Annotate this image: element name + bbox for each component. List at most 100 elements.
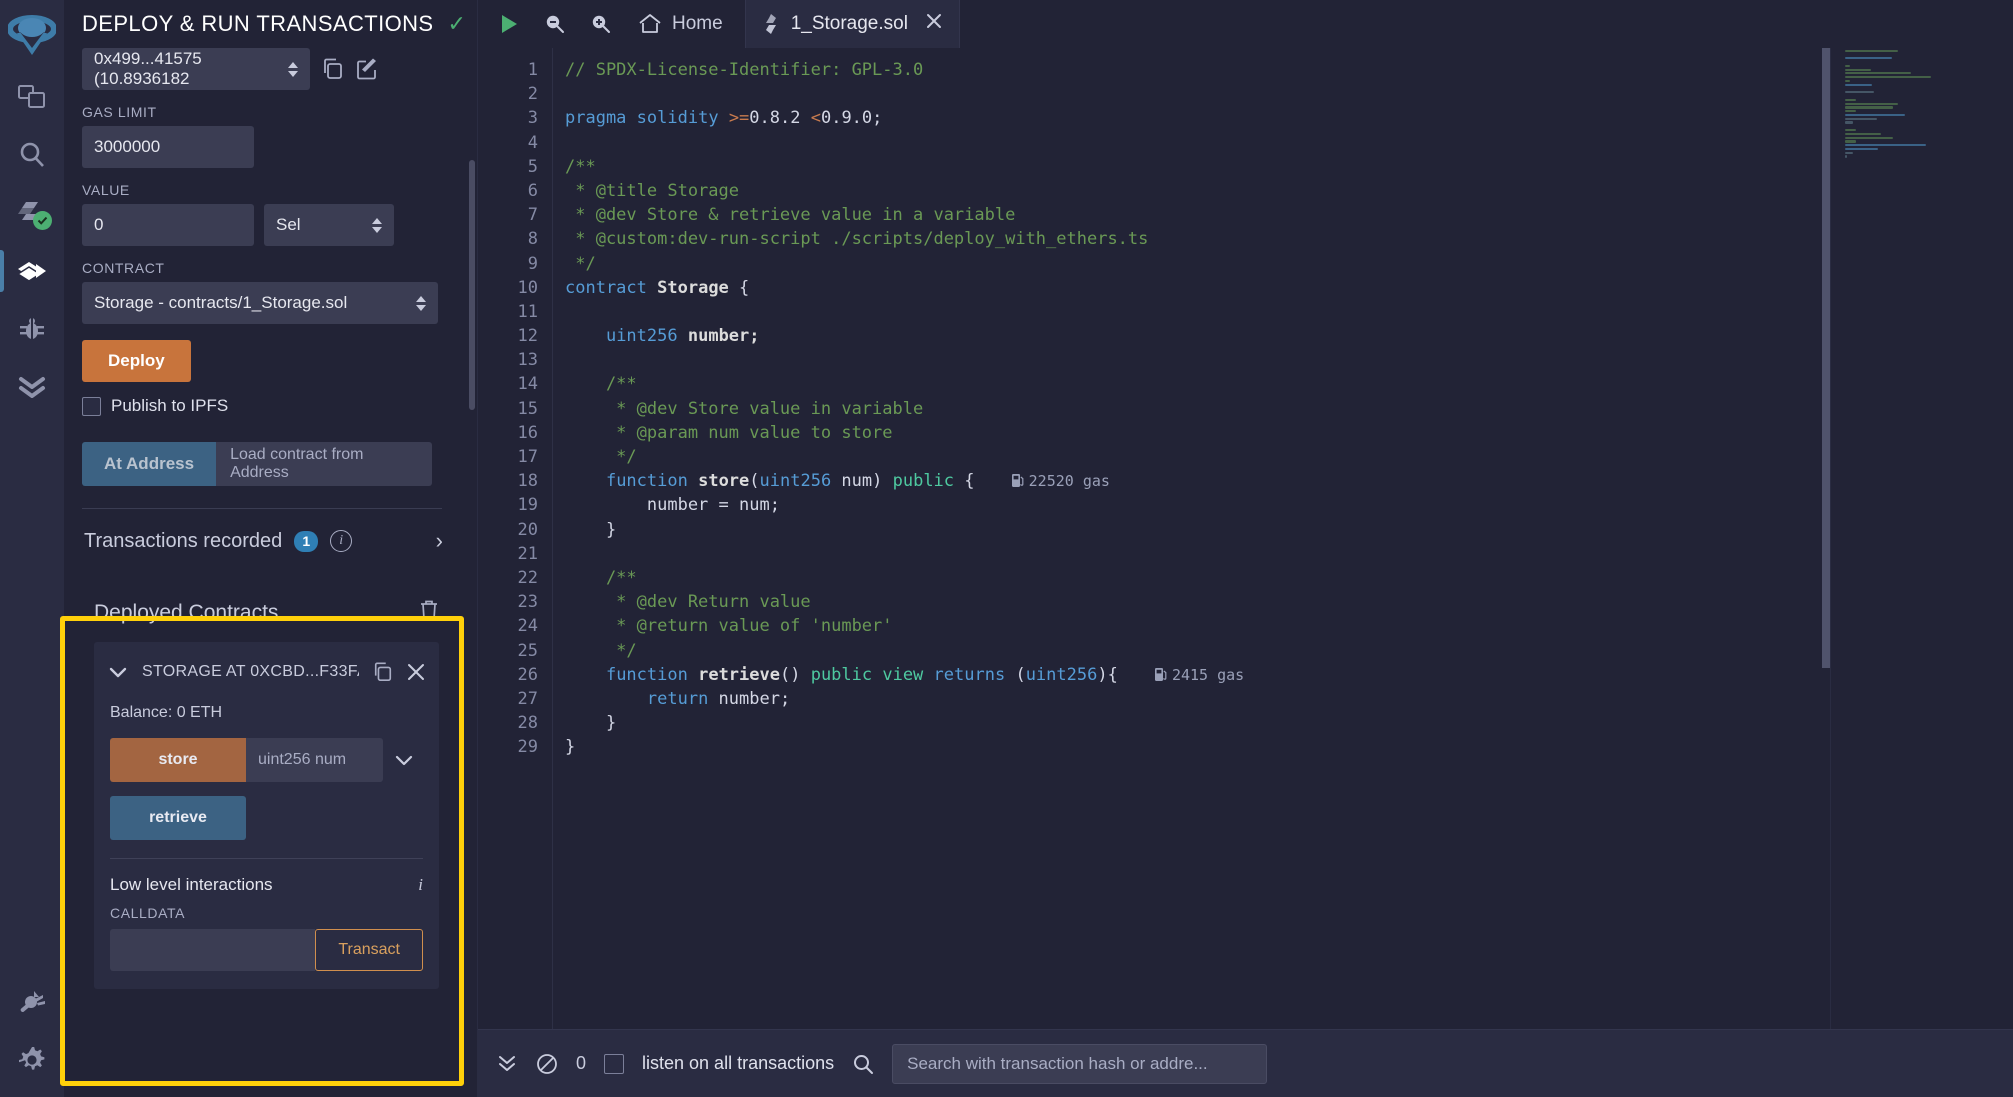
editor-vertical-scrollbar[interactable] (1822, 48, 1830, 668)
plugin-manager-icon[interactable] (0, 973, 64, 1031)
run-play-icon[interactable] (486, 0, 532, 48)
code-line[interactable]: * @return value of 'number' (553, 614, 2013, 638)
code-line[interactable]: number = num; (553, 493, 2013, 517)
tab-home-label: Home (672, 13, 723, 34)
code-line[interactable]: */ (553, 445, 2013, 469)
iconbar-bottom-group (0, 973, 64, 1089)
code-line[interactable]: // SPDX-License-Identifier: GPL-3.0 (553, 58, 2013, 82)
contract-select[interactable]: Storage - contracts/1_Storage.sol (82, 282, 438, 324)
chevrons-down-icon[interactable] (496, 1054, 518, 1074)
retrieve-function-button[interactable]: retrieve (110, 796, 246, 840)
code-line[interactable] (553, 348, 2013, 372)
trash-icon[interactable] (419, 599, 439, 626)
solidity-unit-testing-icon[interactable] (0, 358, 64, 416)
line-number: 3 (527, 108, 538, 129)
code-line[interactable]: } (553, 735, 2013, 759)
account-select[interactable]: 0x499...41575 (10.8936182 (82, 48, 310, 90)
code-line[interactable]: * @dev Store value in variable (553, 397, 2013, 421)
chevron-down-icon[interactable] (108, 665, 128, 679)
minimap-line (1845, 76, 1931, 79)
value-input[interactable]: 0 (82, 204, 254, 246)
info-icon[interactable]: i (330, 530, 353, 552)
code-line[interactable]: /** (553, 566, 2013, 590)
chevron-down-icon[interactable] (383, 738, 425, 782)
code-line[interactable]: contract Storage { (553, 276, 2013, 300)
code-line[interactable]: * @custom:dev-run-script ./scripts/deplo… (553, 227, 2013, 251)
panel-scrollbar[interactable] (469, 160, 475, 410)
sidebar-item-deploy-run[interactable] (0, 242, 64, 300)
deploy-button[interactable]: Deploy (82, 340, 191, 382)
code-line[interactable]: * @dev Store & retrieve value in a varia… (553, 203, 2013, 227)
publish-ipfs-checkbox[interactable] (82, 396, 101, 416)
code-line[interactable]: */ (553, 252, 2013, 276)
code-line[interactable]: } (553, 518, 2013, 542)
calldata-input[interactable] (110, 929, 316, 971)
chevron-right-icon[interactable]: › (436, 528, 443, 554)
load-contract-address-input[interactable]: Load contract from Address (216, 442, 433, 486)
close-icon[interactable] (407, 663, 425, 681)
edit-icon[interactable] (356, 58, 378, 80)
code-line[interactable]: return number; (553, 687, 2013, 711)
publish-ipfs-row[interactable]: Publish to IPFS (82, 396, 461, 416)
listen-all-transactions-label: listen on all transactions (642, 1053, 835, 1073)
zoom-out-icon[interactable] (532, 0, 578, 48)
search-icon[interactable] (0, 126, 64, 184)
code-line[interactable] (553, 82, 2013, 106)
code-line[interactable]: uint256 number; (553, 324, 2013, 348)
code-line[interactable] (553, 300, 2013, 324)
code-line[interactable]: } (553, 711, 2013, 735)
minimap-line (1845, 155, 1847, 158)
terminal-search-input[interactable]: Search with transaction hash or addre... (892, 1043, 1268, 1084)
zoom-in-icon[interactable] (578, 0, 624, 48)
code-minimap[interactable] (1830, 48, 2013, 1029)
copy-icon[interactable] (373, 662, 393, 682)
line-number: 26 (517, 664, 538, 685)
at-address-button[interactable]: At Address (82, 442, 217, 486)
contract-card-title: STORAGE AT 0XCBD...F33FA (E (142, 663, 359, 680)
search-icon[interactable] (852, 1053, 874, 1075)
listen-all-transactions-checkbox[interactable] (604, 1053, 625, 1074)
file-explorer-icon[interactable] (0, 68, 64, 126)
transact-button[interactable]: Transact (315, 929, 423, 971)
settings-gear-icon[interactable] (0, 1031, 64, 1089)
code-line[interactable]: function store(uint256 num) public { 225… (553, 469, 2013, 493)
no-entry-clear-icon[interactable] (536, 1053, 558, 1075)
code-line[interactable]: /** (553, 155, 2013, 179)
chevron-updown-icon (288, 61, 298, 77)
info-icon[interactable]: i (418, 875, 423, 895)
gas-limit-input[interactable]: 3000000 (82, 126, 254, 168)
tab-home[interactable]: Home (624, 0, 745, 48)
solidity-compiler-icon[interactable] (0, 184, 64, 242)
minimap-line (1845, 117, 1877, 120)
left-icon-bar (0, 0, 64, 1097)
transactions-recorded-row[interactable]: Transactions recorded 1 i › (64, 509, 461, 573)
debugger-bug-icon[interactable] (0, 300, 64, 358)
editor-area: Home 1_Storage.sol 1 2 3 4 5 6 7 8 9 10 11 12 13 14 15… (478, 0, 2013, 1097)
code-line[interactable]: * @title Storage (553, 179, 2013, 203)
minimap-line (1845, 106, 1893, 109)
gas-pump-icon (1154, 665, 1167, 689)
code-line[interactable]: */ (553, 639, 2013, 663)
gas-pump-icon (1011, 471, 1024, 495)
code-line[interactable] (553, 131, 2013, 155)
close-icon[interactable] (925, 12, 943, 36)
tab-1-storage-sol[interactable]: 1_Storage.sol (744, 0, 960, 48)
minimap-line (1845, 68, 1871, 71)
code-content[interactable]: // SPDX-License-Identifier: GPL-3.0 pragm… (552, 48, 2013, 1029)
store-argument-input[interactable]: uint256 num (246, 738, 383, 782)
line-number: 27 (517, 688, 538, 709)
code-line[interactable]: function retrieve() public view returns … (553, 663, 2013, 687)
minimap-line (1845, 98, 1856, 101)
contract-card-header[interactable]: STORAGE AT 0XCBD...F33FA (E (94, 656, 439, 688)
value-unit-select[interactable]: Sel (264, 204, 394, 246)
code-editor[interactable]: 1 2 3 4 5 6 7 8 9 10 11 12 13 14 15 16 17 18 19 20 21 22 23 24 2… (478, 48, 2013, 1029)
code-line[interactable]: * @param num value to store (553, 421, 2013, 445)
code-line[interactable]: /** (553, 372, 2013, 396)
remix-logo-icon[interactable] (6, 10, 58, 68)
code-line[interactable] (553, 542, 2013, 566)
code-line[interactable]: * @dev Return value (553, 590, 2013, 614)
line-number: 9 (527, 253, 538, 274)
store-function-button[interactable]: store (110, 738, 246, 782)
copy-icon[interactable] (322, 58, 344, 80)
code-line[interactable]: pragma solidity >=0.8.2 <0.9.0; (553, 106, 2013, 130)
